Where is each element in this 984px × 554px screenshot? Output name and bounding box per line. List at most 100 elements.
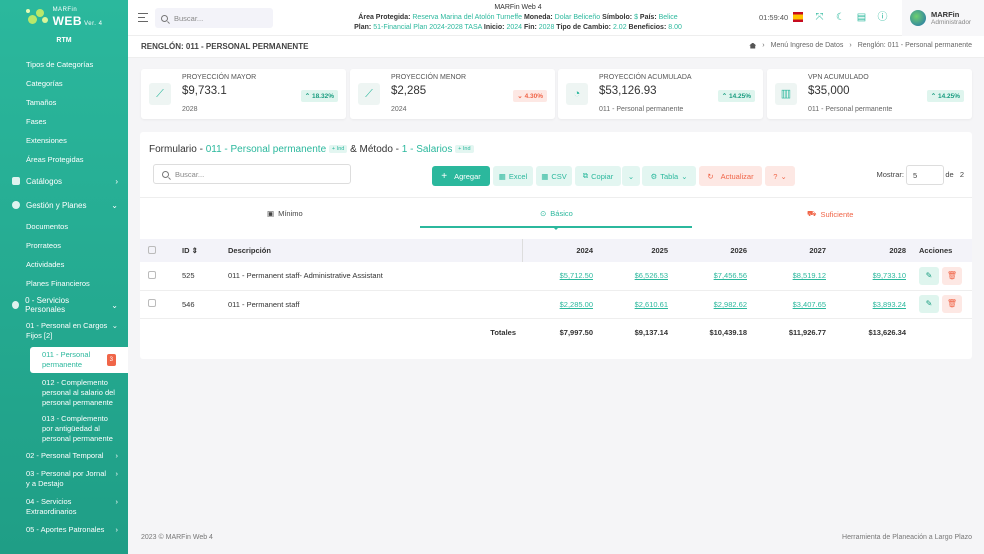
value-link[interactable]: $9,733.10 [873, 271, 906, 280]
value-link[interactable]: $7,456.56 [714, 271, 747, 280]
tab-suficiente[interactable]: ⛟ Suficiente [807, 209, 853, 219]
totals-row: Totales $7,997.50 $9,137.14 $10,439.18 $… [140, 318, 972, 346]
help-dropdown-button[interactable]: ? ⌄ [765, 166, 795, 186]
sidebar-item-actividades[interactable]: Actividades [0, 255, 128, 274]
column-header-id[interactable]: ID ⇕ [178, 239, 224, 262]
breadcrumb-link[interactable]: Menú Ingreso de Datos [771, 42, 844, 49]
table-search-input[interactable]: Buscar... [153, 164, 351, 184]
line-chart-icon: ⟋ [358, 83, 380, 105]
sidebar-item-servicios-personales[interactable]: 0 - Servicios Personales ⌄ [0, 293, 128, 317]
row-description: 011 - Permanent staff [224, 290, 522, 319]
row-id: 546 [178, 290, 224, 319]
csv-button[interactable]: ▦ CSV [536, 166, 572, 186]
delete-button[interactable]: 🗑 [942, 266, 962, 285]
plus-icon: + [441, 170, 448, 182]
sort-icon: ⇕ [191, 246, 198, 255]
stat-card-acumulada: ◔ Proyección Acumulada $53,126.93 011 - … [558, 69, 763, 119]
sidebar-group-temporal[interactable]: 02 - Personal Temporal › [0, 447, 128, 465]
value-link[interactable]: $8,519.12 [793, 271, 826, 280]
avatar [910, 10, 926, 26]
value-link[interactable]: $6,526.53 [635, 271, 668, 280]
value-link[interactable]: $2,610.61 [635, 300, 668, 309]
sidebar-item-label: 0 - Servicios Personales [25, 296, 70, 314]
select-all-checkbox[interactable] [148, 245, 156, 254]
total-value: $9,137.14 [634, 327, 668, 337]
refresh-icon: ↻ [707, 171, 714, 181]
trash-icon: 🗑 [946, 299, 958, 308]
search-input[interactable]: Buscar... [155, 8, 273, 28]
trend-badge: ⌃ 14.25% [717, 90, 755, 102]
footer: 2023 © MARFin Web 4 Herramienta de Plane… [128, 528, 984, 548]
table-row: 525 011 - Permanent staff- Administrativ… [140, 262, 972, 291]
home-icon[interactable] [749, 42, 757, 49]
gear-icon: ⚙ [650, 171, 658, 181]
row-checkbox[interactable] [148, 270, 156, 279]
row-id: 525 [178, 262, 224, 291]
breadcrumb-current: Renglón: 011 - Personal permanente [857, 42, 972, 49]
sidebar-item-catalogos[interactable]: Catálogos › [0, 169, 128, 193]
tab-basico[interactable]: ⊙ Básico [540, 209, 573, 218]
line-chart-icon: ⟋ [149, 83, 171, 105]
sidebar-group-jornal[interactable]: 03 - Personal por Jornal y a Destajo › [0, 465, 128, 493]
edit-button[interactable]: ✎ [919, 295, 939, 313]
table-view-button[interactable]: ⚙ Tabla ⌄ [642, 166, 696, 186]
search-icon [162, 170, 169, 178]
sidebar-item-documentos[interactable]: Documentos [0, 217, 128, 236]
page-size-input[interactable]: 5 [906, 165, 944, 185]
document-icon[interactable]: ▤ [856, 12, 867, 23]
trend-badge: ⌄ 4.30% [513, 90, 547, 102]
excel-button[interactable]: ▦ Excel [493, 166, 533, 186]
bar-chart-icon: ▥ [775, 83, 797, 105]
sidebar-item-013[interactable]: 013 - Complemento por antigüedad al pers… [0, 411, 120, 447]
value-link[interactable]: $3,893.24 [873, 300, 906, 309]
row-checkbox[interactable] [148, 299, 156, 307]
user-menu[interactable]: MARFin Administrador [902, 0, 984, 36]
value-link[interactable]: $2,285.00 [560, 300, 593, 309]
sidebar-item-fases[interactable]: Fases [0, 112, 128, 131]
total-value: $7,997.50 [559, 327, 593, 337]
chevron-down-icon: ⌄ [681, 171, 688, 181]
fullscreen-icon[interactable]: ⤧ [814, 12, 825, 23]
logo[interactable]: MARFin WEB Ver. 4 [0, 0, 128, 34]
refresh-button[interactable]: ↻ Actualizar [699, 166, 762, 186]
sidebar-item-active[interactable]: 011 - Personal permanente 3 [30, 347, 128, 373]
sidebar-item-planes-financieros[interactable]: Planes Financieros [0, 274, 128, 293]
sidebar-item-tipos-categorias[interactable]: Tipos de Categorías [0, 55, 128, 74]
edit-icon: ✎ [925, 270, 933, 280]
org-label: RTM [56, 37, 72, 44]
copy-button[interactable]: ⧉ Copiar [575, 166, 621, 186]
spreadsheet-icon: ▦ [498, 171, 506, 181]
logo-mark-icon [25, 7, 50, 27]
delete-button[interactable]: 🗑 [942, 295, 962, 313]
sidebar-item-extensiones[interactable]: Extensiones [0, 131, 128, 150]
data-table: ID ⇕ Descripción 2024 2025 2026 2027 202… [140, 239, 972, 346]
chevron-right-icon: › [115, 525, 119, 534]
scenario-tabs: ▣ Mínimo ⊙ Básico ⛟ Suficiente [140, 197, 972, 230]
truck-icon: ⛟ [807, 209, 817, 218]
page-header: RENGLÓN: 011 - PERSONAL PERMANENTE › Men… [128, 36, 984, 58]
moon-icon[interactable]: ☾ [835, 12, 846, 23]
copy-dropdown-button[interactable]: ⌄ [622, 166, 640, 186]
add-button[interactable]: + Agregar [432, 166, 490, 186]
sidebar-item-prorrateos[interactable]: Prorrateos [0, 236, 128, 255]
sidebar-group-cargos-fijos[interactable]: 01 - Personal en Cargos Fijos [2] ⌄ [0, 317, 128, 345]
value-link[interactable]: $5,712.50 [560, 271, 593, 280]
edit-button[interactable]: ✎ [919, 266, 939, 285]
sidebar-item-categorias[interactable]: Categorías [0, 74, 128, 93]
help-icon[interactable]: ⓘ [877, 12, 888, 23]
edit-icon: ✎ [925, 299, 933, 308]
page-title: RENGLÓN: 011 - PERSONAL PERMANENTE [141, 42, 309, 51]
sidebar-item-areas-protegidas[interactable]: Áreas Protegidas [0, 150, 128, 169]
sidebar-group-aportes[interactable]: 05 - Aportes Patronales › [0, 521, 128, 539]
tab-minimo[interactable]: ▣ Mínimo [267, 209, 303, 218]
menu-icon[interactable] [138, 13, 148, 22]
column-header-2025: 2025 [597, 239, 672, 262]
sidebar-item-gestion[interactable]: Gestión y Planes ⌄ [0, 193, 128, 217]
page-count: de 2 [945, 170, 964, 179]
sidebar-item-012[interactable]: 012 - Complemento personal al salario de… [0, 375, 120, 411]
sidebar-group-extraordinarios[interactable]: 04 - Servicios Extraordinarios › [0, 493, 128, 521]
spain-flag-icon[interactable] [793, 12, 803, 22]
value-link[interactable]: $2,982.62 [714, 300, 747, 309]
value-link[interactable]: $3,407.65 [793, 300, 826, 309]
sidebar-item-tamanos[interactable]: Tamaños [0, 93, 128, 112]
